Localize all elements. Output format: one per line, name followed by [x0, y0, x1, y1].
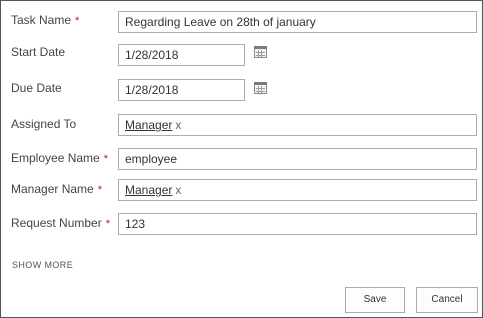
employee-name-input[interactable]: employee: [118, 148, 477, 170]
request-number-label-text: Request Number: [11, 216, 102, 230]
manager-name-people-picker[interactable]: Manager x: [118, 179, 477, 201]
calendar-grid: [256, 50, 265, 57]
cancel-button[interactable]: Cancel: [416, 287, 478, 313]
employee-name-label: Employee Name *: [11, 151, 108, 165]
due-date-input[interactable]: 1/28/2018: [118, 79, 245, 101]
manager-name-label-text: Manager Name: [11, 182, 94, 196]
required-mark: *: [103, 153, 108, 165]
required-mark: *: [97, 184, 102, 196]
due-date-label: Due Date: [11, 81, 62, 95]
request-number-label: Request Number *: [11, 216, 110, 230]
required-mark: *: [105, 218, 110, 230]
task-name-label: Task Name *: [11, 13, 79, 27]
calendar-icon[interactable]: [254, 46, 267, 58]
assigned-to-label: Assigned To: [11, 117, 77, 131]
start-date-label: Start Date: [11, 45, 66, 59]
edit-task-form: Task Name * Regarding Leave on 28th of ja…: [0, 0, 483, 318]
start-date-input[interactable]: 1/28/2018: [118, 44, 245, 66]
assigned-to-people-picker[interactable]: Manager x: [118, 114, 477, 136]
employee-name-label-text: Employee Name: [11, 151, 100, 165]
person-token-manager[interactable]: Manager: [125, 183, 172, 197]
task-name-input[interactable]: Regarding Leave on 28th of january: [118, 11, 477, 33]
calendar-grid: [256, 86, 265, 93]
request-number-input[interactable]: 123: [118, 213, 477, 235]
save-button[interactable]: Save: [345, 287, 405, 313]
show-more-link[interactable]: SHOW MORE: [12, 260, 73, 270]
manager-name-label: Manager Name *: [11, 182, 102, 196]
person-token-manager[interactable]: Manager: [125, 118, 172, 132]
remove-person-button[interactable]: x: [175, 183, 181, 197]
task-name-label-text: Task Name: [11, 13, 72, 27]
remove-person-button[interactable]: x: [175, 118, 181, 132]
required-mark: *: [75, 15, 80, 27]
calendar-icon[interactable]: [254, 82, 267, 94]
